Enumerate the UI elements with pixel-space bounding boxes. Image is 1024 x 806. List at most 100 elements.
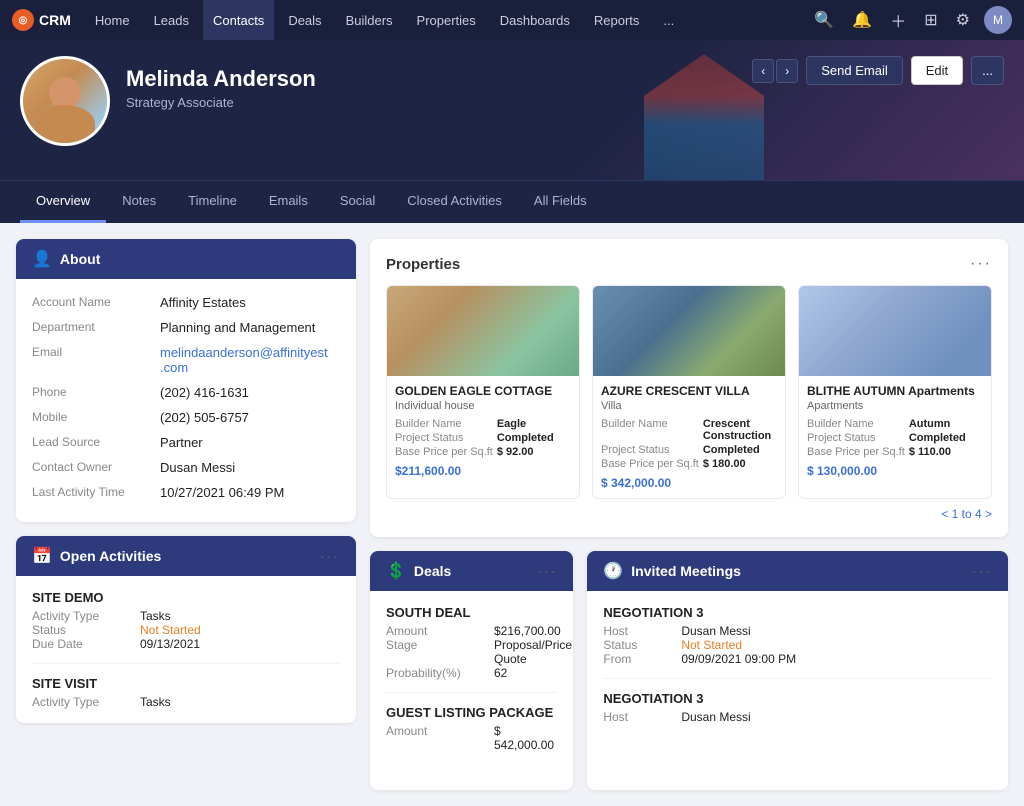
invited-meetings-header: 🕐 Invited Meetings ···: [587, 551, 1008, 591]
about-value-owner: Dusan Messi: [160, 458, 340, 477]
property-body-2: AZURE CRESCENT VILLA Villa Builder Name …: [593, 376, 785, 498]
notification-icon[interactable]: 🔔: [848, 8, 876, 32]
avatar-image: [23, 59, 107, 143]
tab-timeline[interactable]: Timeline: [172, 181, 253, 223]
property-details-3: Builder Name Autumn Project Status Compl…: [807, 418, 983, 458]
property-body-3: BLITHE AUTUMN Apartments Apartments Buil…: [799, 376, 991, 486]
meet-status-val-1: Not Started: [681, 638, 992, 652]
send-email-button[interactable]: Send Email: [806, 56, 902, 85]
activity-row-due-1: Due Date 09/13/2021: [32, 637, 340, 651]
activity-row-type-1: Activity Type Tasks: [32, 609, 340, 623]
property-body-1: GOLDEN EAGLE COTTAGE Individual house Bu…: [387, 376, 579, 486]
settings-icon[interactable]: ⚙: [952, 8, 974, 32]
tab-overview[interactable]: Overview: [20, 181, 106, 223]
property-details-2: Builder Name Crescent Construction Proje…: [601, 418, 777, 470]
nav-properties[interactable]: Properties: [407, 0, 486, 40]
deals-icon: 💲: [386, 561, 406, 581]
price-sqft-val-2: $ 180.00: [703, 458, 777, 470]
property-image-1: [387, 286, 579, 376]
left-column: 👤 About Account Name Affinity Estates De…: [16, 239, 356, 790]
tab-notes[interactable]: Notes: [106, 181, 172, 223]
meet-from-label-1: From: [603, 652, 673, 666]
about-value-phone: (202) 416-1631: [160, 383, 340, 402]
act-type-val-2: Tasks: [140, 695, 340, 709]
tab-all-fields[interactable]: All Fields: [518, 181, 603, 223]
meet-host-val-2: Dusan Messi: [681, 710, 992, 724]
property-card-3[interactable]: BLITHE AUTUMN Apartments Apartments Buil…: [798, 285, 992, 499]
logo[interactable]: ◎ CRM: [12, 9, 71, 31]
nav-more[interactable]: ...: [653, 0, 684, 40]
property-details-1: Builder Name Eagle Project Status Comple…: [395, 418, 571, 458]
tab-emails[interactable]: Emails: [253, 181, 324, 223]
tab-social[interactable]: Social: [324, 181, 391, 223]
deal-title-2: GUEST LISTING PACKAGE: [386, 705, 557, 720]
builder-label-1: Builder Name: [395, 418, 493, 430]
about-label-activity-time: Last Activity Time: [32, 483, 152, 502]
meeting-row-host-2: Host Dusan Messi: [603, 710, 992, 724]
next-arrow[interactable]: ›: [776, 59, 798, 83]
right-column: Properties ··· GOLDEN EAGLE COTTAGE Indi…: [370, 239, 1008, 790]
nav-reports[interactable]: Reports: [584, 0, 650, 40]
open-activities-more-button[interactable]: ···: [320, 548, 340, 564]
open-activities-title: Open Activities: [60, 548, 161, 564]
deal-amount-val-2: $ 542,000.00: [494, 724, 557, 752]
user-avatar[interactable]: M: [984, 6, 1012, 34]
property-name-1: GOLDEN EAGLE COTTAGE: [395, 384, 571, 400]
property-price-3: $ 130,000.00: [807, 464, 983, 478]
proj-status-label-3: Project Status: [807, 432, 905, 444]
proj-status-val-2: Completed: [703, 444, 777, 456]
deal-row-stage-1: Stage Proposal/Price Quote: [386, 638, 557, 666]
more-options-button[interactable]: ...: [971, 56, 1004, 85]
edit-button[interactable]: Edit: [911, 56, 963, 85]
property-type-3: Apartments: [807, 400, 983, 412]
about-label-owner: Contact Owner: [32, 458, 152, 477]
tab-closed-activities[interactable]: Closed Activities: [391, 181, 518, 223]
search-icon[interactable]: 🔍: [810, 8, 838, 32]
activity-title-1: SITE DEMO: [32, 590, 340, 605]
about-value-dept: Planning and Management: [160, 318, 340, 337]
nav-home[interactable]: Home: [85, 0, 140, 40]
price-sqft-label-1: Base Price per Sq.ft: [395, 446, 493, 458]
nav-icons: 🔍 🔔 ＋ ⊞ ⚙ M: [810, 6, 1012, 34]
properties-more-button[interactable]: ···: [970, 255, 992, 273]
property-card-2[interactable]: AZURE CRESCENT VILLA Villa Builder Name …: [592, 285, 786, 499]
price-sqft-val-1: $ 92.00: [497, 446, 571, 458]
property-card-1[interactable]: GOLDEN EAGLE COTTAGE Individual house Bu…: [386, 285, 580, 499]
about-title: About: [60, 251, 100, 267]
meet-from-val-1: 09/09/2021 09:00 PM: [681, 652, 992, 666]
meeting-item-1: NEGOTIATION 3 Host Dusan Messi Status No…: [603, 605, 992, 679]
nav-deals[interactable]: Deals: [278, 0, 331, 40]
add-icon[interactable]: ＋: [886, 6, 910, 34]
meetings-body: NEGOTIATION 3 Host Dusan Messi Status No…: [587, 591, 1008, 762]
property-image-3: [799, 286, 991, 376]
builder-label-3: Builder Name: [807, 418, 905, 430]
logo-icon: ◎: [12, 9, 34, 31]
property-name-3: BLITHE AUTUMN Apartments: [807, 384, 983, 400]
activity-item-1: SITE DEMO Activity Type Tasks Status Not…: [32, 590, 340, 664]
nav-builders[interactable]: Builders: [336, 0, 403, 40]
act-type-label-1: Activity Type: [32, 609, 132, 623]
deals-more-button[interactable]: ···: [537, 563, 557, 579]
about-label-mobile: Mobile: [32, 408, 152, 427]
deal-stage-label-1: Stage: [386, 638, 486, 666]
grid-icon[interactable]: ⊞: [920, 8, 941, 32]
nav-contacts[interactable]: Contacts: [203, 0, 274, 40]
proj-status-label-2: Project Status: [601, 444, 699, 456]
nav-dashboards[interactable]: Dashboards: [490, 0, 580, 40]
nav-leads[interactable]: Leads: [144, 0, 199, 40]
top-nav: ◎ CRM Home Leads Contacts Deals Builders…: [0, 0, 1024, 40]
invited-meetings-card: 🕐 Invited Meetings ··· NEGOTIATION 3 Hos…: [587, 551, 1008, 790]
deals-card: 💲 Deals ··· SOUTH DEAL Amount $216,700.0…: [370, 551, 573, 790]
meeting-row-status-1: Status Not Started: [603, 638, 992, 652]
bottom-cards: 💲 Deals ··· SOUTH DEAL Amount $216,700.0…: [370, 551, 1008, 790]
deal-item-2: GUEST LISTING PACKAGE Amount $ 542,000.0…: [386, 705, 557, 764]
meetings-more-button[interactable]: ···: [972, 563, 992, 579]
property-type-1: Individual house: [395, 400, 571, 412]
deals-header-row: 💲 Deals ···: [386, 561, 557, 581]
about-label-email: Email: [32, 343, 152, 377]
prev-arrow[interactable]: ‹: [752, 59, 774, 83]
properties-pagination[interactable]: < 1 to 4 >: [386, 507, 992, 521]
about-value-email[interactable]: melindaanderson@affinityest .com: [160, 343, 340, 377]
price-sqft-val-3: $ 110.00: [909, 446, 983, 458]
profile-job-title: Strategy Associate: [126, 95, 1004, 110]
